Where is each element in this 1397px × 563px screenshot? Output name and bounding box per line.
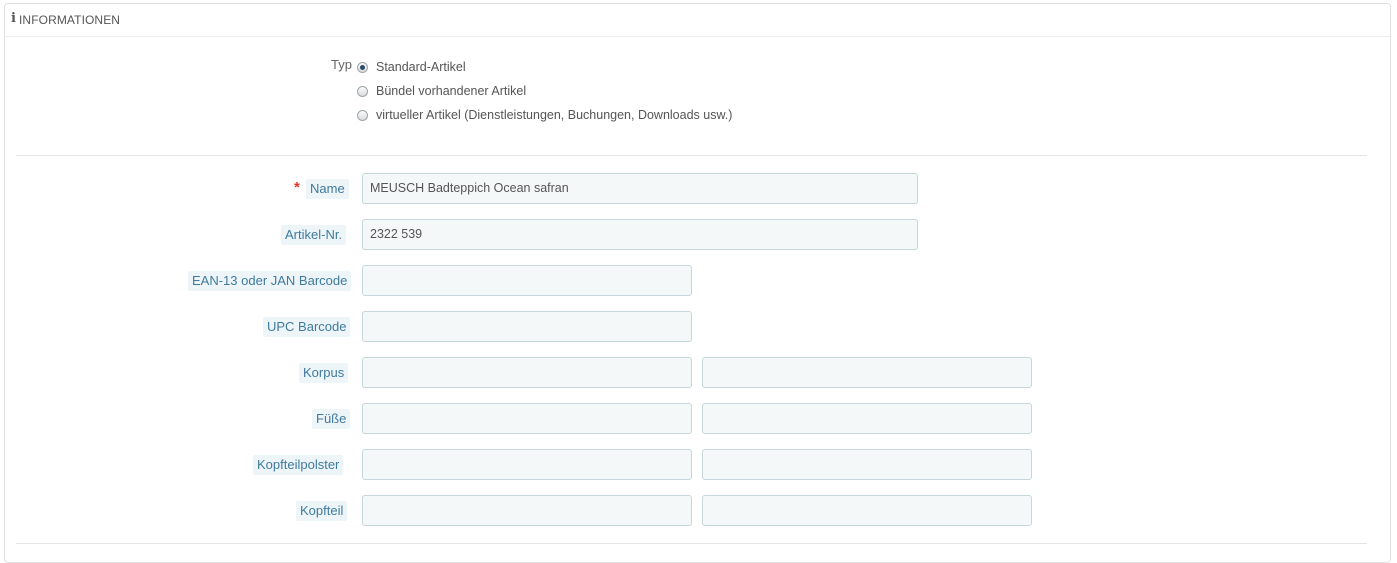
info-icon: i: [11, 11, 16, 26]
korpus-input-2[interactable]: [702, 357, 1032, 388]
kopfteil-input-1[interactable]: [362, 495, 692, 526]
radio-pack-label: Bündel vorhandener Artikel: [376, 84, 527, 98]
type-label: Typ: [331, 57, 352, 72]
korpus-label: Korpus: [299, 363, 349, 383]
radio-virtual-label: virtueller Artikel (Dienstleistungen, Bu…: [376, 108, 733, 122]
reference-input[interactable]: 2322 539: [362, 219, 918, 250]
radio-standard-label: Standard-Artikel: [376, 60, 466, 74]
required-star: *: [294, 179, 300, 196]
fuesse-input-1[interactable]: [362, 403, 692, 434]
ean13-label: EAN-13 oder JAN Barcode: [188, 271, 352, 291]
kopfteilpolster-label: Kopfteilpolster: [253, 455, 344, 475]
kopfteilpolster-input-1[interactable]: [362, 449, 692, 480]
panel-header: i INFORMATIONEN: [5, 4, 1390, 37]
upc-label: UPC Barcode: [263, 317, 351, 337]
panel-title: INFORMATIONEN: [19, 13, 121, 27]
name-label: Name: [306, 179, 349, 199]
type-option-standard[interactable]: Standard-Artikel: [357, 58, 466, 76]
kopfteil-input-2[interactable]: [702, 495, 1032, 526]
radio-pack[interactable]: [357, 85, 368, 97]
kopfteilpolster-input-2[interactable]: [702, 449, 1032, 480]
upc-input[interactable]: [362, 311, 692, 342]
bottom-divider: [16, 543, 1367, 544]
kopfteil-label: Kopfteil: [296, 501, 348, 521]
section-divider: [16, 155, 1367, 156]
name-input[interactable]: MEUSCH Badteppich Ocean safran: [362, 173, 918, 204]
radio-virtual[interactable]: [357, 109, 368, 121]
korpus-input-1[interactable]: [362, 357, 692, 388]
type-option-virtual[interactable]: virtueller Artikel (Dienstleistungen, Bu…: [357, 106, 732, 124]
fuesse-input-2[interactable]: [702, 403, 1032, 434]
ean13-input[interactable]: [362, 265, 692, 296]
type-option-pack[interactable]: Bündel vorhandener Artikel: [357, 82, 526, 100]
radio-standard[interactable]: [357, 61, 368, 73]
reference-label: Artikel-Nr.: [281, 225, 347, 245]
fuesse-label: Füße: [312, 409, 351, 429]
